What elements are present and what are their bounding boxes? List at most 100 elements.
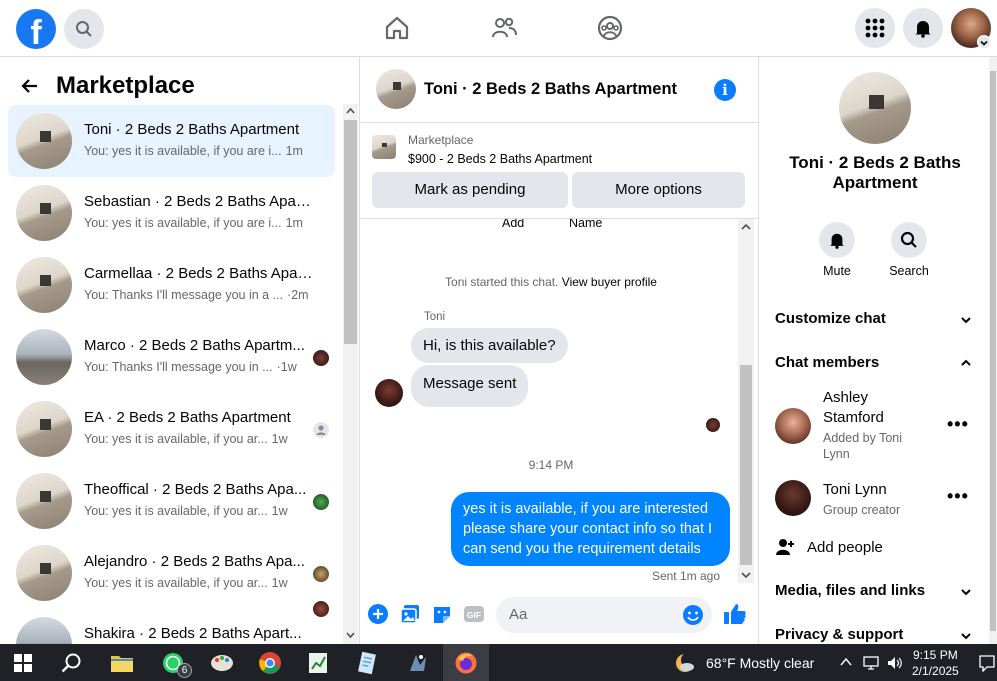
weather-moon-icon[interactable]: [674, 652, 696, 674]
outgoing-message[interactable]: yes it is available, if you are interest…: [451, 492, 730, 566]
message-composer: GIF Aa: [361, 589, 758, 644]
conversation-item[interactable]: Marco · 2 Beds 2 Baths Apartm... You: Tha…: [8, 321, 335, 393]
back-arrow-icon[interactable]: [20, 76, 40, 96]
scroll-down-icon[interactable]: [741, 571, 751, 579]
member-subtitle: Group creator: [823, 503, 901, 517]
conversation-item[interactable]: EA · 2 Beds 2 Baths Apartment You: yes it…: [8, 393, 335, 465]
volume-icon[interactable]: [886, 655, 904, 671]
view-buyer-profile-link[interactable]: View buyer profile: [562, 275, 657, 289]
account-chevron-icon[interactable]: [977, 35, 991, 49]
photo-icon[interactable]: [399, 603, 421, 625]
conversation-item[interactable]: Toni · 2 Beds 2 Baths Apartment You: yes …: [8, 105, 335, 177]
system-clock[interactable]: 9:15 PM 2/1/2025: [912, 647, 959, 679]
sender-avatar[interactable]: [375, 379, 403, 407]
emoji-icon[interactable]: [682, 604, 704, 626]
taskbar-file-explorer[interactable]: [99, 644, 145, 681]
chevron-down-icon[interactable]: [959, 629, 973, 643]
chevron-down-icon[interactable]: [959, 585, 973, 599]
like-thumb-icon[interactable]: [722, 601, 748, 627]
privacy-support-section[interactable]: Privacy & support: [775, 626, 903, 643]
scroll-thumb[interactable]: [990, 71, 996, 631]
seen-avatar: [313, 494, 329, 510]
message-input[interactable]: Aa: [496, 597, 712, 633]
info-icon[interactable]: i: [714, 79, 736, 101]
bell-icon: [830, 233, 844, 249]
gif-icon[interactable]: GIF: [463, 603, 485, 625]
mark-pending-button[interactable]: Mark as pending: [372, 172, 568, 208]
taskbar-firefox[interactable]: [443, 644, 489, 681]
conversation-preview: You: Thanks I'll message you in a ... ·2m: [84, 288, 320, 302]
member-subtitle: Added by Toni Lynn: [823, 431, 902, 461]
left-scrollbar[interactable]: [343, 104, 358, 644]
firefox-icon: [455, 652, 477, 673]
chevron-up-icon[interactable]: [840, 657, 852, 667]
conversation-name: Marco · 2 Beds 2 Baths Apartm...: [84, 337, 305, 354]
clock-date: 2/1/2025: [912, 664, 959, 678]
conversation-item[interactable]: Theoffical · 2 Beds 2 Baths Apa... You: y…: [8, 465, 335, 537]
conversation-avatar: [16, 257, 72, 313]
conversation-item[interactable]: Carmellaa · 2 Beds 2 Baths Apart... You: …: [8, 249, 335, 321]
chat-avatar[interactable]: [376, 69, 416, 109]
add-people-button[interactable]: Add people: [775, 537, 883, 557]
taskbar-search[interactable]: [48, 644, 94, 681]
taskbar-notes[interactable]: [344, 644, 390, 681]
more-options-button[interactable]: More options: [572, 172, 745, 208]
notification-center-icon[interactable]: [978, 654, 996, 672]
folder-icon: [111, 655, 133, 672]
details-scrollbar[interactable]: [989, 57, 997, 644]
taskbar-whatsapp[interactable]: 6: [150, 644, 196, 681]
friends-icon[interactable]: [490, 14, 518, 42]
home-icon[interactable]: [383, 14, 411, 42]
conversation-item[interactable]: Sebastian · 2 Beds 2 Baths Apart... You: …: [8, 177, 335, 249]
scroll-down-icon[interactable]: [346, 631, 355, 639]
customize-chat-section[interactable]: Customize chat: [775, 310, 886, 327]
incoming-message[interactable]: Message sent: [411, 365, 529, 407]
conversation-item[interactable]: Alejandro · 2 Beds 2 Baths Apa... You: ye…: [8, 537, 335, 609]
member-avatar: [775, 480, 811, 516]
member-options-icon[interactable]: •••: [947, 486, 969, 507]
scroll-thumb[interactable]: [740, 365, 752, 565]
search-in-chat-button[interactable]: Search: [879, 222, 939, 278]
add-plus-icon[interactable]: [367, 603, 389, 625]
taskbar-chrome[interactable]: [247, 644, 293, 681]
listing-title[interactable]: $900 - 2 Beds 2 Baths Apartment: [408, 152, 592, 166]
taskbar-spreadsheet[interactable]: [295, 644, 341, 681]
media-files-section[interactable]: Media, files and links: [775, 582, 925, 599]
details-avatar[interactable]: [839, 72, 911, 144]
scroll-up-icon[interactable]: [346, 107, 355, 115]
chevron-up-icon[interactable]: [959, 356, 973, 370]
facebook-logo[interactable]: f: [16, 9, 56, 49]
system-message: Toni started this chat. View buyer profi…: [361, 275, 741, 289]
search-button[interactable]: [64, 9, 104, 49]
conversation-name: Alejandro · 2 Beds 2 Baths Apa...: [84, 553, 305, 570]
notifications-button[interactable]: [903, 8, 943, 48]
listing-thumbnail[interactable]: [372, 135, 396, 159]
scroll-up-icon[interactable]: [741, 223, 751, 231]
weather-text[interactable]: 68°F Mostly clear: [706, 655, 814, 671]
chat-scrollbar[interactable]: [738, 219, 754, 583]
conversation-preview: You: yes it is available, if you ar... 1w: [84, 504, 320, 518]
sticker-icon[interactable]: [431, 603, 453, 625]
taskbar-app[interactable]: [395, 644, 441, 681]
chevron-down-icon[interactable]: [959, 313, 973, 327]
menu-button[interactable]: [855, 8, 895, 48]
top-bar: f: [0, 0, 997, 57]
conversation-item[interactable]: Shakira · 2 Beds 2 Baths Apart...: [8, 601, 335, 644]
read-receipt-avatar: [706, 418, 720, 432]
chat-title[interactable]: Toni · 2 Beds 2 Baths Apartment: [424, 80, 677, 99]
start-button[interactable]: [0, 644, 46, 681]
network-icon[interactable]: [862, 655, 880, 671]
conversation-avatar: [16, 113, 72, 169]
paint-palette-icon: [211, 654, 233, 671]
details-title: Toni · 2 Beds 2 Baths Apartment: [789, 153, 961, 192]
search-icon: [900, 231, 917, 248]
taskbar-paint[interactable]: [199, 644, 245, 681]
incoming-message[interactable]: Hi, is this available?: [411, 328, 568, 363]
member-options-icon[interactable]: •••: [947, 414, 969, 435]
conversation-name: Toni · 2 Beds 2 Baths Apartment: [84, 121, 300, 138]
chat-members-section[interactable]: Chat members: [775, 354, 879, 371]
groups-icon[interactable]: [596, 14, 624, 42]
add-people-label: Add people: [807, 538, 883, 556]
mute-button[interactable]: Mute: [807, 222, 867, 278]
scroll-thumb[interactable]: [344, 120, 357, 344]
